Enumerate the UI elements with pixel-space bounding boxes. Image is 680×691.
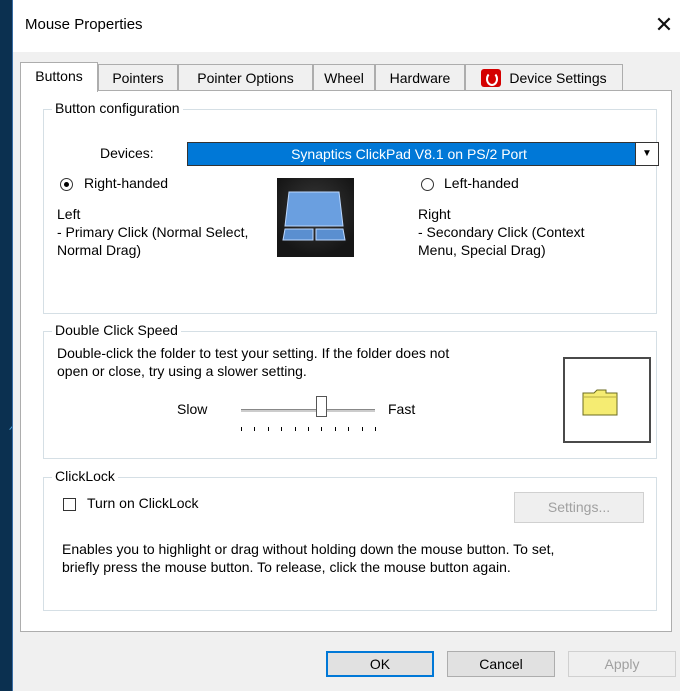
clicklock-desc: briefly press the mouse button. To relea…: [62, 559, 511, 575]
left-button-title: Left: [57, 206, 81, 222]
slider-tick: [281, 427, 283, 431]
slider-tick: [267, 427, 269, 431]
ok-button[interactable]: OK: [326, 651, 434, 677]
double-click-speed-group: Double Click Speed Double-click the fold…: [43, 322, 657, 459]
devices-selected-value: Synaptics ClickPad V8.1 on PS/2 Port: [291, 146, 527, 162]
tab-device-settings[interactable]: Device Settings: [465, 64, 623, 90]
group-legend: Button configuration: [52, 100, 183, 116]
group-legend: ClickLock: [52, 468, 118, 484]
clicklock-group: ClickLock Turn on ClickLock Settings... …: [43, 468, 657, 611]
clicklock-label[interactable]: Turn on ClickLock: [87, 495, 199, 511]
right-handed-radio[interactable]: [60, 178, 73, 191]
slider-tick: [334, 427, 336, 431]
tab-pointer-options[interactable]: Pointer Options: [178, 64, 313, 90]
left-handed-radio[interactable]: [421, 178, 434, 191]
right-button-title: Right: [418, 206, 451, 222]
left-button-desc: - Primary Click (Normal Select,: [57, 224, 249, 240]
touchpad-image: [277, 178, 354, 257]
right-button-desc: - Secondary Click (Context: [418, 224, 585, 240]
tab-label: Buttons: [35, 68, 83, 84]
tab-wheel[interactable]: Wheel: [313, 64, 375, 90]
apply-button[interactable]: Apply: [568, 651, 676, 677]
chevron-down-icon[interactable]: ▼: [635, 143, 658, 165]
slider-tick: [348, 427, 350, 431]
clicklock-checkbox[interactable]: [63, 498, 76, 511]
right-handed-label[interactable]: Right-handed: [84, 175, 168, 191]
tab-hardware[interactable]: Hardware: [375, 64, 465, 90]
touchpad-icon: [282, 191, 346, 241]
slider-tick: [308, 427, 309, 431]
speed-slider[interactable]: [44, 312, 444, 452]
slider-tick: [375, 427, 376, 431]
button-configuration-group: Button configuration Devices: Synaptics …: [43, 100, 659, 314]
title-bar: Mouse Properties ✕: [13, 0, 680, 52]
tab-label: Pointers: [112, 70, 164, 86]
window-title: Mouse Properties: [25, 16, 143, 33]
clicklock-settings-button[interactable]: Settings...: [514, 492, 644, 523]
tab-buttons[interactable]: Buttons: [20, 62, 98, 92]
left-button-desc: Normal Drag): [57, 242, 142, 258]
slider-tick: [321, 427, 323, 431]
slider-thumb[interactable]: [316, 396, 328, 417]
folder-icon[interactable]: [582, 388, 618, 416]
slider-track: [241, 409, 375, 412]
tab-pointers[interactable]: Pointers: [98, 64, 178, 90]
cancel-button[interactable]: Cancel: [447, 651, 555, 677]
devices-label: Devices:: [100, 145, 154, 161]
mouse-properties-dialog: Mouse Properties ✕ Buttons Pointers Poin…: [12, 0, 680, 691]
synaptics-icon: [481, 69, 502, 87]
slider-tick: [254, 427, 256, 431]
tab-label: Wheel: [324, 70, 364, 86]
slider-tick: [241, 427, 242, 431]
test-folder-box[interactable]: [563, 357, 651, 443]
tab-label: Pointer Options: [197, 70, 294, 86]
clicklock-desc: Enables you to highlight or drag without…: [62, 541, 555, 557]
tab-label: Hardware: [389, 70, 451, 86]
devices-dropdown[interactable]: Synaptics ClickPad V8.1 on PS/2 Port ▼: [187, 142, 659, 166]
tab-label: Device Settings: [509, 70, 607, 86]
tab-panel-buttons: Button configuration Devices: Synaptics …: [20, 90, 672, 632]
slider-tick: [294, 427, 296, 431]
right-button-desc: Menu, Special Drag): [418, 242, 546, 258]
slider-tick: [361, 427, 363, 431]
left-handed-label[interactable]: Left-handed: [444, 175, 519, 191]
close-icon[interactable]: ✕: [649, 10, 679, 40]
